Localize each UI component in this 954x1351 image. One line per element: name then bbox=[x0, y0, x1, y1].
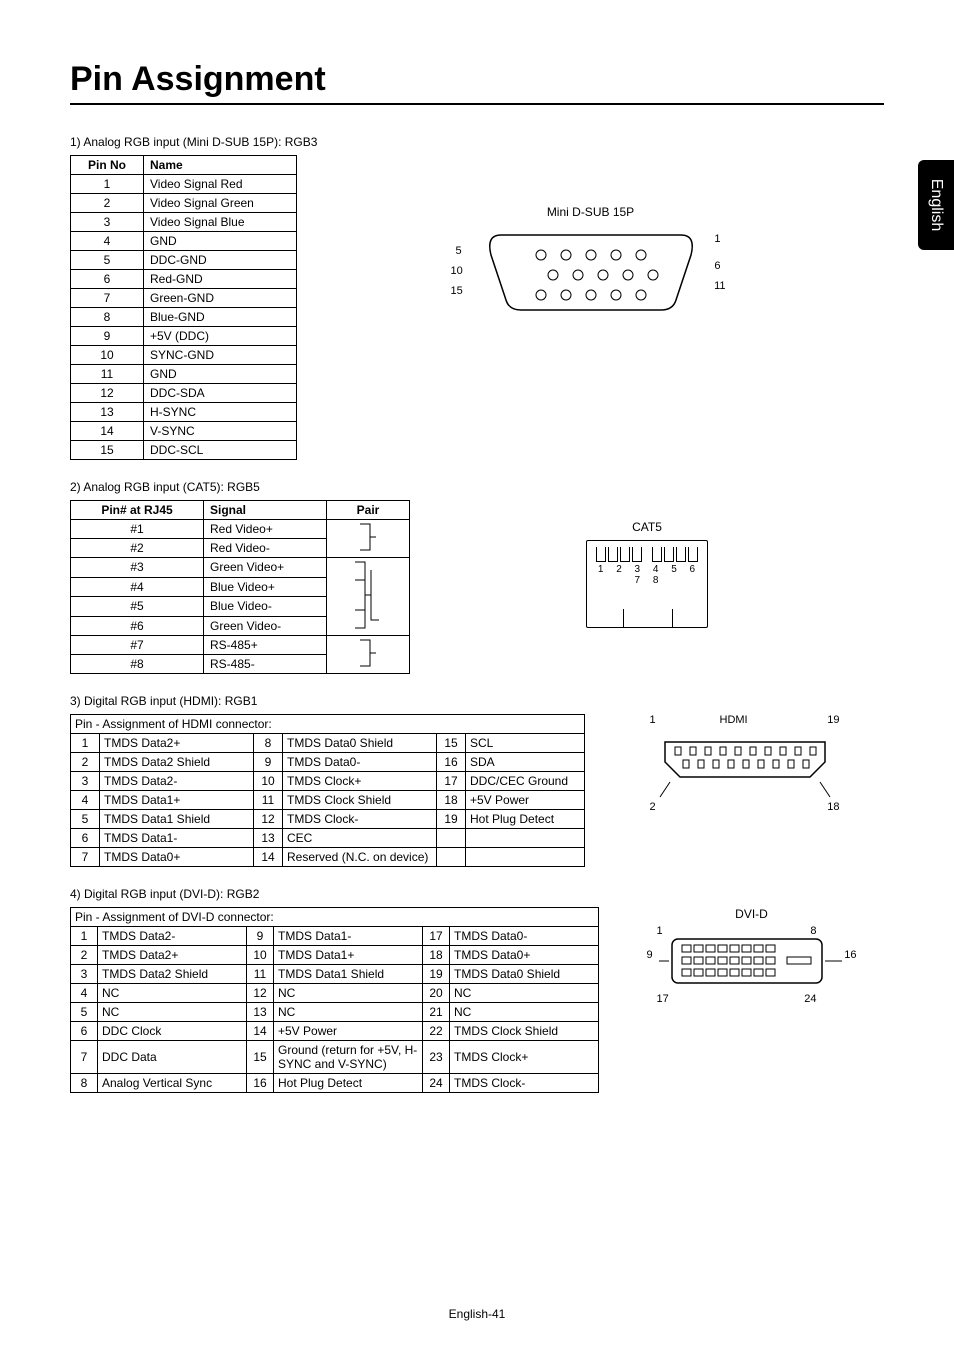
dvid-pin-1: 1 bbox=[657, 925, 663, 937]
table-row: 4TMDS Data1+11TMDS Clock Shield18+5V Pow… bbox=[71, 791, 585, 810]
dvid-pin-17: 17 bbox=[657, 993, 669, 1005]
table-header-row: Pin# at RJ45 Signal Pair bbox=[71, 501, 410, 520]
table-row: 7TMDS Data0+14Reserved (N.C. on device) bbox=[71, 848, 585, 867]
hdmi-diagram: 1 HDMI 19 2 18 bbox=[655, 714, 835, 805]
table-row: 8Blue-GND bbox=[71, 308, 297, 327]
table-row: 9+5V (DDC) bbox=[71, 327, 297, 346]
table-row: 1Video Signal Red bbox=[71, 175, 297, 194]
table-row: 3TMDS Data2 Shield11TMDS Data1 Shield19T… bbox=[71, 965, 599, 984]
table-row: 6TMDS Data1-13CEC bbox=[71, 829, 585, 848]
pair-bracket-icon bbox=[327, 636, 410, 674]
table-row: 4GND bbox=[71, 232, 297, 251]
table-row: 5TMDS Data1 Shield12TMDS Clock-19Hot Plu… bbox=[71, 810, 585, 829]
table-row: 10SYNC-GND bbox=[71, 346, 297, 365]
dvid-pin-8: 8 bbox=[810, 925, 816, 937]
table-row: #7RS-485+ bbox=[71, 636, 410, 655]
table-row: 1TMDS Data2-9TMDS Data1-17TMDS Data0- bbox=[71, 927, 599, 946]
table-rgb5: Pin# at RJ45 Signal Pair #1Red Video+ #2… bbox=[70, 500, 410, 674]
hdmi-caption: HDMI bbox=[720, 714, 748, 726]
hdmi-pin-19: 19 bbox=[827, 714, 839, 726]
cat5-caption: CAT5 bbox=[632, 520, 662, 534]
table-row: 4NC12NC20NC bbox=[71, 984, 599, 1003]
table-header-row: Pin No Name bbox=[71, 156, 297, 175]
table-row: 12DDC-SDA bbox=[71, 384, 297, 403]
table-row: 3Video Signal Blue bbox=[71, 213, 297, 232]
table-row: 11GND bbox=[71, 365, 297, 384]
dsub-caption: Mini D-SUB 15P bbox=[547, 205, 634, 219]
table-row: #3Green Video+ bbox=[71, 558, 410, 578]
table-row: #1Red Video+ bbox=[71, 520, 410, 539]
table-title-row: Pin - Assignment of DVI-D connector: bbox=[71, 908, 599, 927]
table-row: 2TMDS Data2+10TMDS Data1+18TMDS Data0+ bbox=[71, 946, 599, 965]
cat5-diagram: 1 2 3 4 5 6 7 8 bbox=[586, 540, 708, 628]
pair-bracket-icon bbox=[327, 520, 410, 558]
page-title: Pin Assignment bbox=[70, 60, 884, 99]
dvid-pin-9: 9 bbox=[647, 949, 653, 961]
table-hdmi: Pin - Assignment of HDMI connector: 1TMD… bbox=[70, 714, 585, 867]
table-row: 3TMDS Data2-10TMDS Clock+17DDC/CEC Groun… bbox=[71, 772, 585, 791]
table-row: 2Video Signal Green bbox=[71, 194, 297, 213]
section2-label: 2) Analog RGB input (CAT5): RGB5 bbox=[70, 480, 884, 494]
table-row: 8Analog Vertical Sync16Hot Plug Detect24… bbox=[71, 1074, 599, 1093]
table-row: 14V-SYNC bbox=[71, 422, 297, 441]
page-footer: English-41 bbox=[0, 1307, 954, 1321]
table-row: 13H-SYNC bbox=[71, 403, 297, 422]
pin-label-15: 15 bbox=[451, 285, 463, 297]
dsub-diagram: 5 10 15 1 6 11 bbox=[481, 225, 701, 318]
pin-label-5: 5 bbox=[456, 245, 462, 257]
table-row: 5NC13NC21NC bbox=[71, 1003, 599, 1022]
dvid-caption: DVI-D bbox=[657, 907, 847, 921]
pin-label-11: 11 bbox=[714, 280, 725, 292]
section3-label: 3) Digital RGB input (HDMI): RGB1 bbox=[70, 694, 884, 708]
section4-label: 4) Digital RGB input (DVI-D): RGB2 bbox=[70, 887, 884, 901]
table-row: 7DDC Data15Ground (return for +5V, H-SYN… bbox=[71, 1041, 599, 1074]
table-row: 7Green-GND bbox=[71, 289, 297, 308]
table-row: 15DDC-SCL bbox=[71, 441, 297, 460]
dvid-pin-24: 24 bbox=[804, 993, 816, 1005]
language-tab-label: English bbox=[927, 179, 945, 231]
table-row: 5DDC-GND bbox=[71, 251, 297, 270]
table-row: 2TMDS Data2 Shield9TMDS Data0-16SDA bbox=[71, 753, 585, 772]
pin-label-10: 10 bbox=[451, 265, 463, 277]
table-rgb3: Pin No Name 1Video Signal Red 2Video Sig… bbox=[70, 155, 297, 460]
table-dvid: Pin - Assignment of DVI-D connector: 1TM… bbox=[70, 907, 599, 1093]
title-rule bbox=[70, 103, 884, 105]
cat5-pin-numbers: 1 2 3 4 5 6 7 8 bbox=[591, 564, 707, 586]
table-row: 1TMDS Data2+8TMDS Data0 Shield15SCL bbox=[71, 734, 585, 753]
dvid-diagram: DVI-D 1 8 9 16 17 24 bbox=[657, 907, 847, 1000]
pin-label-6: 6 bbox=[714, 260, 720, 272]
hdmi-pin-1: 1 bbox=[650, 714, 656, 726]
section1-label: 1) Analog RGB input (Mini D-SUB 15P): RG… bbox=[70, 135, 884, 149]
table-row: 6DDC Clock14+5V Power22TMDS Clock Shield bbox=[71, 1022, 599, 1041]
table-title-row: Pin - Assignment of HDMI connector: bbox=[71, 715, 585, 734]
hdmi-pin-2: 2 bbox=[650, 801, 656, 813]
col-name: Name bbox=[144, 156, 297, 175]
table-row: 6Red-GND bbox=[71, 270, 297, 289]
language-tab: English bbox=[918, 160, 954, 250]
pin-label-1: 1 bbox=[714, 233, 720, 245]
pair-bracket-icon bbox=[327, 558, 410, 636]
hdmi-pin-18: 18 bbox=[827, 801, 839, 813]
col-pin-no: Pin No bbox=[71, 156, 144, 175]
dvid-pin-16: 16 bbox=[844, 949, 856, 961]
